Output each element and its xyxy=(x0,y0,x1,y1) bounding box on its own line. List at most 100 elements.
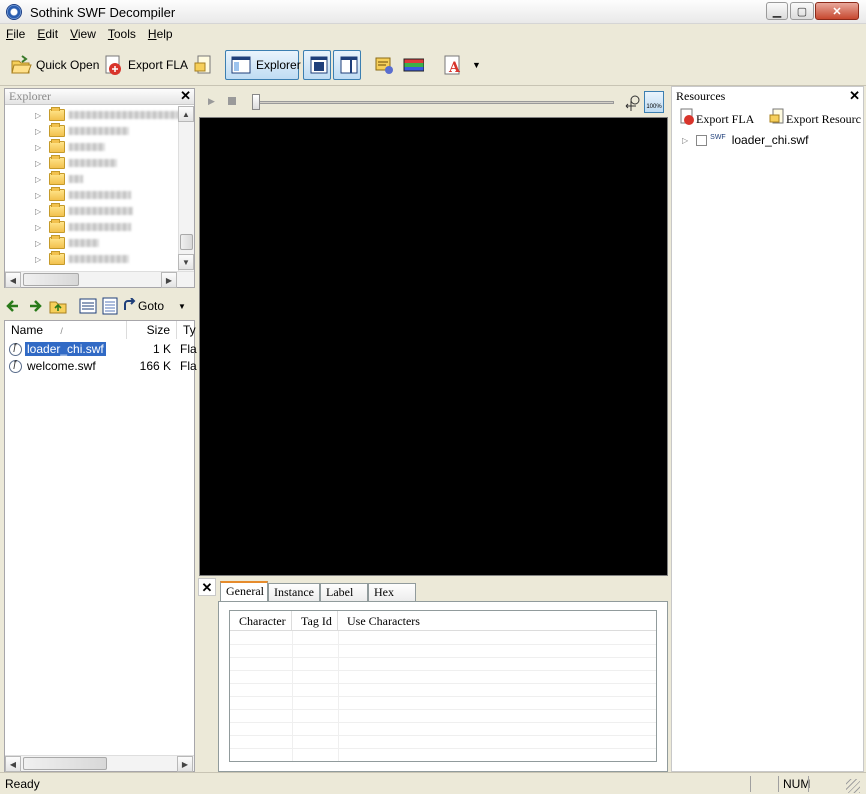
goto-dropdown-icon[interactable]: ▼ xyxy=(178,302,186,311)
details-view-icon[interactable] xyxy=(78,296,98,316)
quick-open-label: Quick Open xyxy=(36,58,100,72)
column-header-name[interactable]: Name / xyxy=(5,321,127,339)
scroll-left-icon[interactable]: ◀ xyxy=(5,756,21,772)
properties-close-icon[interactable]: ✕ xyxy=(198,578,216,596)
scroll-right-icon[interactable]: ▶ xyxy=(161,272,177,288)
column-header-size[interactable]: Size xyxy=(127,321,177,339)
tree-folder-item[interactable]: ▷ xyxy=(35,123,129,139)
folder-icon xyxy=(49,171,65,185)
play-icon[interactable]: ▶ xyxy=(208,96,215,107)
menu-view[interactable]: View xyxy=(70,27,96,41)
menu-edit[interactable]: Edit xyxy=(37,27,58,41)
close-button[interactable]: ✕ xyxy=(815,2,859,20)
tree-folder-item[interactable]: ▷ xyxy=(35,155,117,171)
timeline-slider[interactable] xyxy=(254,101,614,104)
action-script-button[interactable] xyxy=(369,50,399,80)
tree-hscroll-thumb[interactable] xyxy=(23,273,79,286)
tab-instance[interactable]: Instance xyxy=(268,583,320,601)
obscured-folder-name xyxy=(69,255,129,263)
characters-table: Character Tag Id Use Characters xyxy=(229,610,657,762)
color-palette-button[interactable] xyxy=(398,50,428,80)
explorer-close-icon[interactable]: ✕ xyxy=(180,89,191,103)
expand-arrow-icon[interactable]: ▷ xyxy=(35,127,44,136)
expand-arrow-icon[interactable]: ▷ xyxy=(35,159,44,168)
expand-arrow-icon[interactable]: ▷ xyxy=(35,223,44,232)
resource-checkbox[interactable] xyxy=(696,134,708,146)
timeline-slider-handle[interactable] xyxy=(252,94,260,110)
tree-folder-item[interactable]: ▷ xyxy=(35,107,179,123)
swf-preview-stage[interactable] xyxy=(199,117,668,576)
tree-scroll-thumb[interactable] xyxy=(180,234,193,250)
app-icon xyxy=(6,4,22,20)
window-title: Sothink SWF Decompiler xyxy=(30,5,176,20)
resize-grip-icon[interactable] xyxy=(846,779,860,793)
table-row-divider xyxy=(230,644,656,645)
expand-arrow-icon[interactable]: ▷ xyxy=(35,143,44,152)
file-list-hscroll-thumb[interactable] xyxy=(23,757,107,770)
goto-label: Goto xyxy=(138,299,165,313)
file-row[interactable]: loader_chi.swf xyxy=(9,341,107,357)
zoom-100-button[interactable]: 100% xyxy=(644,91,664,113)
tree-folder-item[interactable]: ▷ xyxy=(35,235,99,251)
resources-close-icon[interactable]: ✕ xyxy=(849,89,860,103)
tab-general[interactable]: General xyxy=(220,581,268,601)
goto-button[interactable]: Goto xyxy=(122,296,165,315)
resources-export-resources-button[interactable]: Export Resourc xyxy=(768,108,863,130)
header-use-characters[interactable]: Use Characters xyxy=(338,611,656,631)
explorer-toggle-button[interactable]: Explorer xyxy=(225,50,301,80)
font-export-button[interactable]: A xyxy=(438,50,468,80)
pan-zoom-icon[interactable] xyxy=(624,93,642,114)
tree-folder-item[interactable]: ▷ xyxy=(35,139,105,155)
tree-folder-item[interactable]: ▷ xyxy=(35,219,131,235)
obscured-folder-name xyxy=(69,111,179,119)
scroll-right-icon[interactable]: ▶ xyxy=(177,756,193,772)
explorer-layout-icon xyxy=(230,54,252,76)
resources-export-fla-button[interactable]: Export FLA xyxy=(678,108,754,130)
expand-arrow-icon[interactable]: ▷ xyxy=(682,136,688,145)
expand-arrow-icon[interactable]: ▷ xyxy=(35,255,44,264)
tree-horizontal-scrollbar[interactable]: ◀ ▶ xyxy=(5,271,194,288)
tree-vertical-scrollbar[interactable]: ▲ ▼ xyxy=(178,106,194,271)
file-row[interactable]: welcome.swf xyxy=(9,358,98,374)
back-arrow-icon[interactable] xyxy=(4,296,24,316)
menu-file[interactable]: File xyxy=(6,27,25,41)
scroll-up-icon[interactable]: ▲ xyxy=(178,106,194,122)
export-fla-button[interactable]: Export FLA xyxy=(98,50,192,80)
forward-arrow-icon[interactable] xyxy=(26,296,46,316)
resources-layout-button[interactable] xyxy=(333,50,361,80)
expand-arrow-icon[interactable]: ▷ xyxy=(35,239,44,248)
expand-arrow-icon[interactable]: ▷ xyxy=(35,191,44,200)
preview-layout-button[interactable] xyxy=(303,50,331,80)
tab-hex[interactable]: Hex xyxy=(368,583,416,601)
file-nav-toolbar: Goto ▼ xyxy=(4,294,195,318)
obscured-folder-name xyxy=(69,223,131,231)
up-folder-icon[interactable] xyxy=(48,296,68,316)
expand-arrow-icon[interactable]: ▷ xyxy=(35,207,44,216)
expand-arrow-icon[interactable]: ▷ xyxy=(35,175,44,184)
file-list-horizontal-scrollbar[interactable]: ◀ ▶ xyxy=(5,755,194,772)
scroll-left-icon[interactable]: ◀ xyxy=(5,272,21,288)
tree-folder-item[interactable]: ▷ xyxy=(35,251,129,267)
tree-folder-item[interactable]: ▷ xyxy=(35,187,131,203)
resource-tree-item[interactable]: ▷ SWF loader_chi.swf xyxy=(682,133,808,147)
menu-help[interactable]: Help xyxy=(148,27,173,41)
minimize-button[interactable]: ▁ xyxy=(766,2,788,20)
stop-icon[interactable] xyxy=(228,97,236,105)
status-num: NUM xyxy=(778,776,810,792)
export-resources-button[interactable] xyxy=(188,50,218,80)
column-header-type[interactable]: Ty xyxy=(177,321,196,339)
export-fla-label: Export FLA xyxy=(128,58,189,72)
quick-open-button[interactable]: Quick Open xyxy=(6,50,103,80)
maximize-button[interactable]: ▢ xyxy=(790,2,814,20)
list-view-icon[interactable] xyxy=(100,296,120,316)
tree-folder-item[interactable]: ▷ xyxy=(35,171,83,187)
menu-tools[interactable]: Tools xyxy=(108,27,136,41)
expand-arrow-icon[interactable]: ▷ xyxy=(35,111,44,120)
tab-label[interactable]: Label xyxy=(320,583,368,601)
header-tag-id[interactable]: Tag Id xyxy=(292,611,338,631)
more-tools-dropdown[interactable]: ▼ xyxy=(468,50,485,80)
header-character[interactable]: Character xyxy=(230,611,292,631)
scroll-down-icon[interactable]: ▼ xyxy=(178,254,194,270)
tree-folder-item[interactable]: ▷ xyxy=(35,203,133,219)
export-resources-icon xyxy=(768,108,786,130)
